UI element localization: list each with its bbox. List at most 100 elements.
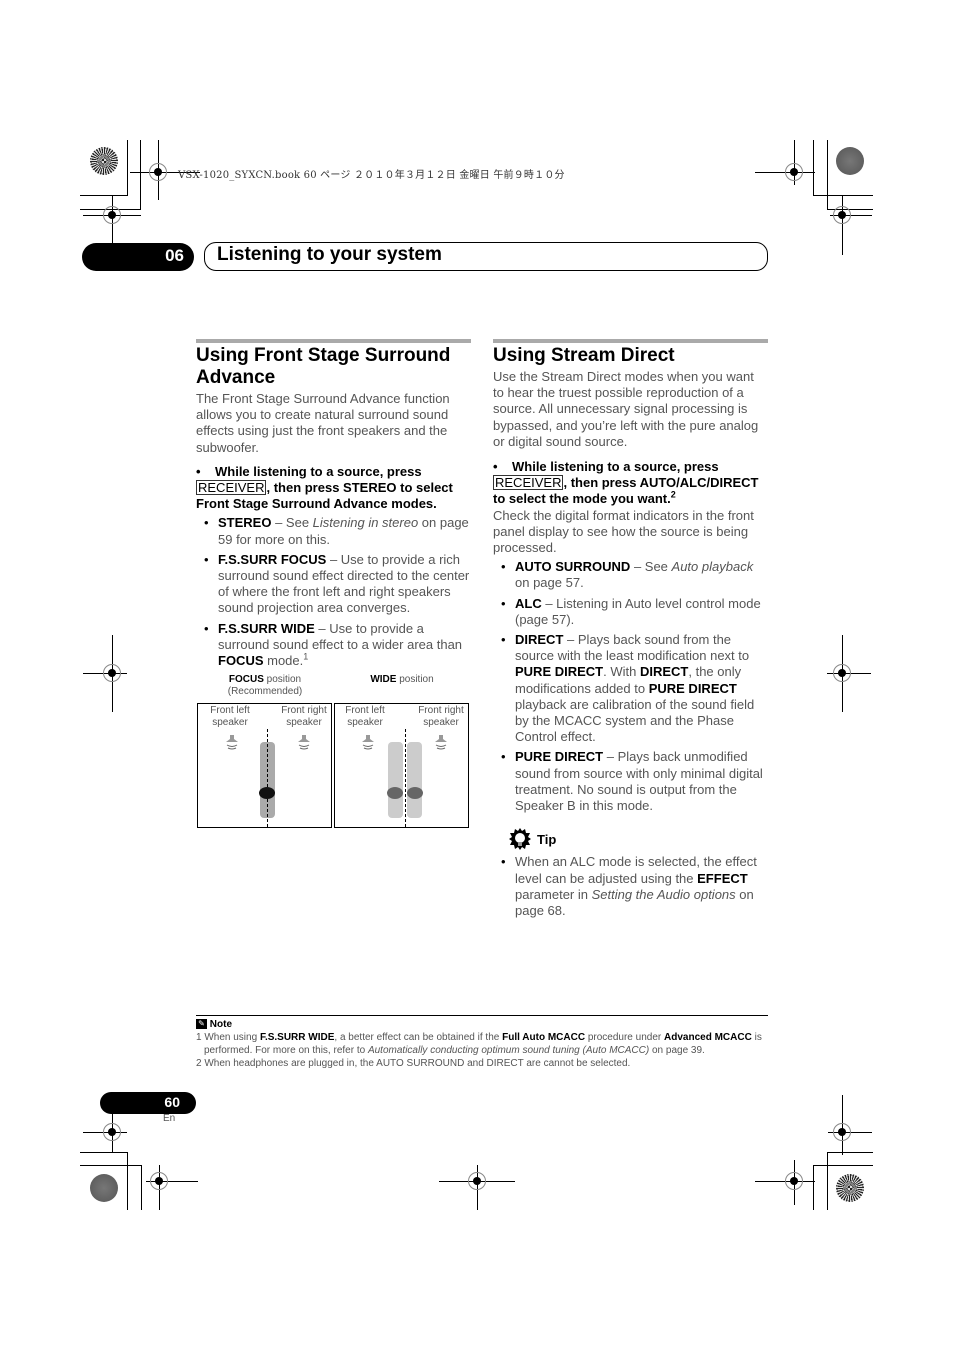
- cross-reference-link[interactable]: Auto playback: [672, 559, 754, 574]
- mode-name: F.S.SURR WIDE: [218, 620, 315, 636]
- page-language: En: [163, 1113, 176, 1124]
- note-pencil-icon: ✎: [196, 1019, 207, 1030]
- front-left-label: Front left speaker: [345, 705, 385, 728]
- page-number-tab: 60: [100, 1092, 196, 1114]
- list-item: PURE DIRECT – Plays back unmodified soun…: [493, 749, 768, 814]
- listener-icon: [259, 787, 275, 799]
- cross-reference-link[interactable]: Automatically conducting optimum sound t…: [368, 1045, 649, 1056]
- speaker-icon: [435, 735, 447, 750]
- item-text: on page 57.: [515, 575, 584, 591]
- caption-sub: (Recommended): [227, 686, 303, 697]
- item-text: – Listening in Auto level control mode (…: [515, 595, 761, 627]
- registration-mark-icon: [150, 1172, 168, 1190]
- diagram-frame: Front left speaker Front right speaker: [334, 703, 469, 828]
- mode-list: AUTO SURROUND – See Auto playback on pag…: [493, 559, 768, 814]
- receiver-key: RECEIVER: [493, 475, 564, 491]
- step-bullet: •: [493, 459, 512, 475]
- section-title: Using Front Stage Surround Advance: [196, 345, 451, 388]
- item-text: – See: [630, 559, 672, 575]
- step-lead: While listening to a source, press: [215, 463, 422, 479]
- center-line: [405, 729, 406, 827]
- list-item: ALC – Listening in Auto level control mo…: [493, 596, 768, 628]
- registration-mark-icon: [833, 206, 851, 224]
- speaker-icon: [362, 735, 374, 750]
- color-target-icon: [90, 147, 118, 175]
- footnote-item: 1 When using F.S.SURR WIDE, a better eff…: [196, 1031, 768, 1057]
- listening-area-bar: [407, 742, 422, 818]
- mode-list: STEREO – See Listening in stereo on page…: [196, 515, 471, 669]
- center-line: [267, 729, 268, 827]
- mode-name: STEREO: [218, 515, 272, 531]
- item-text: – See: [271, 515, 313, 531]
- footnote-item: 2 When headphones are plugged in, the AU…: [196, 1057, 768, 1070]
- diagram-frame: Front left speaker Front right speaker: [197, 703, 332, 828]
- registration-mark-icon: [103, 664, 121, 682]
- registration-mark-icon: [149, 163, 167, 181]
- list-item: F.S.SURR FOCUS – Use to provide a rich s…: [196, 552, 471, 617]
- item-text: mode.: [263, 653, 304, 669]
- registration-mark-icon: [103, 206, 121, 224]
- note-text: on page 39.: [649, 1045, 705, 1056]
- right-column: Using Stream Direct Use the Stream Direc…: [493, 339, 768, 923]
- note-heading: ✎ Note: [196, 1018, 768, 1031]
- registration-mark-icon: [468, 1172, 486, 1190]
- list-item: DIRECT – Plays back sound from the sourc…: [493, 632, 768, 745]
- mode-name: DIRECT: [639, 664, 689, 680]
- section-title: Using Stream Direct: [493, 345, 675, 366]
- mode-name: ALC: [515, 595, 542, 611]
- section-intro: The Front Stage Surround Advance functio…: [196, 391, 450, 455]
- registration-mark-icon: [103, 1123, 121, 1141]
- caption-text: position: [263, 674, 302, 685]
- listener-icon: [407, 787, 423, 799]
- list-item: F.S.SURR WIDE – Use to provide a surroun…: [196, 621, 471, 670]
- cross-reference-link[interactable]: Setting the Audio options: [592, 887, 736, 902]
- left-column: Using Front Stage Surround Advance The F…: [196, 339, 471, 673]
- note-label: Note: [209, 1019, 233, 1030]
- receiver-key: RECEIVER: [196, 480, 267, 496]
- step-bullet: •: [196, 463, 215, 479]
- list-item: AUTO SURROUND – See Auto playback on pag…: [493, 559, 768, 591]
- item-text: . With: [603, 664, 640, 680]
- tip-param: EFFECT: [697, 870, 748, 886]
- registration-mark-icon: [785, 163, 803, 181]
- note-text: When using: [201, 1032, 260, 1043]
- mode-name: F.S.SURR FOCUS: [218, 551, 327, 567]
- tip-box: Tip When an ALC mode is selected, the ef…: [493, 828, 768, 919]
- mode-name: DIRECT: [515, 632, 564, 648]
- footnote-ref[interactable]: 2: [671, 490, 676, 500]
- cross-reference-link[interactable]: Listening in stereo: [313, 515, 419, 530]
- mode-name: FOCUS: [218, 653, 264, 669]
- diagram-caption: FOCUS position (Recommended): [200, 674, 330, 698]
- note-text: procedure under: [585, 1032, 665, 1043]
- mode-name: AUTO SURROUND: [515, 559, 631, 575]
- gray-target-icon: [90, 1174, 118, 1202]
- page-number: 60: [164, 1094, 180, 1110]
- speaker-icon: [298, 735, 310, 750]
- print-file-info: VSX-1020_SYXCN.book 60 ページ ２０１０年３月１２日 金曜…: [178, 170, 565, 181]
- note-term: F.S.SURR WIDE: [259, 1032, 335, 1043]
- chapter-title: Listening to your system: [217, 244, 442, 265]
- note-term: Full Auto MCACC: [502, 1032, 586, 1043]
- note-text: When headphones are plugged in, the AUTO…: [201, 1058, 631, 1069]
- item-text: playback are calibration of the sound fi…: [515, 696, 755, 745]
- footnote-ref[interactable]: 1: [303, 652, 308, 662]
- registration-mark-icon: [785, 1172, 803, 1190]
- mode-name: PURE DIRECT: [515, 749, 604, 765]
- mode-name: PURE DIRECT: [515, 664, 604, 680]
- list-item: STEREO – See Listening in stereo on page…: [196, 515, 471, 547]
- note-term: Advanced MCACC: [664, 1032, 752, 1043]
- registration-mark-icon: [833, 664, 851, 682]
- front-right-label: Front right speaker: [418, 705, 464, 728]
- diagram-caption: WIDE position: [336, 674, 468, 686]
- listener-icon: [387, 787, 403, 799]
- tip-list: When an ALC mode is selected, the effect…: [493, 854, 768, 919]
- front-left-label: Front left speaker: [210, 705, 250, 728]
- tip-item: When an ALC mode is selected, the effect…: [493, 854, 768, 919]
- instruction-step: • While listening to a source, press REC…: [493, 459, 768, 508]
- notes-section: ✎ Note 1 When using F.S.SURR WIDE, a bet…: [196, 1015, 768, 1070]
- tip-text: parameter in: [515, 886, 592, 902]
- step-result: Check the digital format indicators in t…: [493, 507, 754, 556]
- registration-mark-icon: [833, 1123, 851, 1141]
- step-lead: While listening to a source, press: [512, 459, 719, 475]
- caption-mode: WIDE: [370, 674, 397, 685]
